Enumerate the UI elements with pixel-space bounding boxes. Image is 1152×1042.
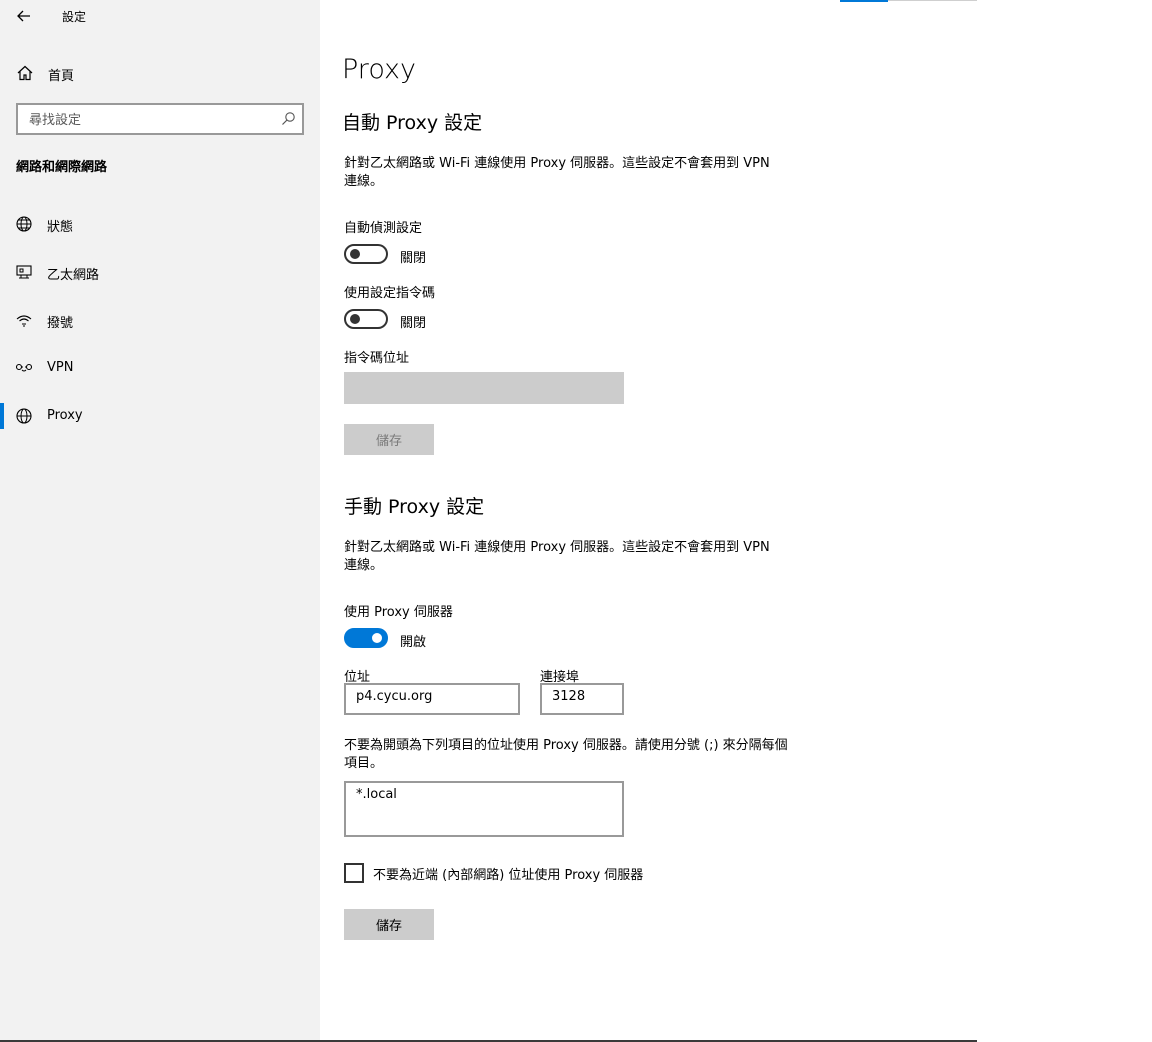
bypass-local-checkbox[interactable] <box>344 863 364 883</box>
sidebar-item-vpn[interactable]: VPN <box>0 348 320 388</box>
toggle-knob <box>350 249 360 259</box>
manual-save-button[interactable]: 儲存 <box>344 909 434 940</box>
app-title: 設定 <box>62 10 87 24</box>
home-icon <box>17 65 33 81</box>
address-input[interactable]: p4.cycu.org <box>344 683 520 715</box>
manual-proxy-heading: 手動 Proxy 設定 <box>344 496 485 518</box>
sidebar-item-dialup[interactable]: 撥號 <box>0 300 320 340</box>
auto-proxy-heading: 自動 Proxy 設定 <box>342 112 483 134</box>
sidebar-section-heading: 網路和網際網路 <box>16 160 108 175</box>
dialup-icon <box>16 315 32 327</box>
toggle-knob <box>350 314 360 324</box>
auto-detect-toggle[interactable] <box>344 244 388 264</box>
use-proxy-label: 使用 Proxy 伺服器 <box>344 605 453 620</box>
title-bar: 設定 <box>0 0 320 34</box>
script-address-input <box>344 372 624 404</box>
search-box[interactable] <box>16 103 304 135</box>
manual-proxy-description: 針對乙太網路或 Wi-Fi 連線使用 Proxy 伺服器。這些設定不會套用到 V… <box>344 540 770 573</box>
home-label: 首頁 <box>48 69 75 84</box>
setup-script-label: 使用設定指令碼 <box>344 286 436 301</box>
toggle-knob <box>372 633 382 643</box>
back-button[interactable] <box>12 4 36 28</box>
exceptions-description: 不要為開頭為下列項目的位址使用 Proxy 伺服器。請使用分號 (;) 來分隔每… <box>344 738 788 771</box>
use-proxy-state: 開啟 <box>400 635 427 650</box>
sidebar-item-label: VPN <box>47 360 74 375</box>
page-title: Proxy <box>342 54 416 85</box>
back-arrow-icon <box>17 10 30 22</box>
port-input[interactable]: 3128 <box>540 683 624 715</box>
sidebar-item-label: 乙太網路 <box>47 268 100 283</box>
sidebar-item-status[interactable]: 狀態 <box>0 204 320 244</box>
top-accent-line <box>840 0 888 2</box>
settings-window: 設定 首頁 網路和網際網路 狀態 <box>0 0 977 1042</box>
selection-indicator <box>0 403 4 429</box>
auto-save-button: 儲存 <box>344 424 434 455</box>
sidebar-item-label: Proxy <box>47 408 83 423</box>
sidebar: 設定 首頁 網路和網際網路 狀態 <box>0 0 320 1042</box>
auto-detect-state: 關閉 <box>400 251 427 266</box>
ethernet-icon <box>16 265 32 279</box>
exceptions-input[interactable]: *.local <box>344 781 624 837</box>
use-proxy-toggle[interactable] <box>344 628 388 648</box>
globe-icon <box>16 408 32 424</box>
auto-proxy-description: 針對乙太網路或 Wi-Fi 連線使用 Proxy 伺服器。這些設定不會套用到 V… <box>344 156 770 189</box>
sidebar-item-label: 狀態 <box>47 220 74 235</box>
sidebar-item-label: 撥號 <box>47 316 74 331</box>
main-content: Proxy 自動 Proxy 設定 針對乙太網路或 Wi-Fi 連線使用 Pro… <box>320 0 977 1042</box>
script-address-label: 指令碼位址 <box>344 351 410 366</box>
bypass-local-label: 不要為近端 (內部網路) 位址使用 Proxy 伺服器 <box>373 868 644 883</box>
setup-script-toggle[interactable] <box>344 309 388 329</box>
sidebar-item-ethernet[interactable]: 乙太網路 <box>0 252 320 292</box>
sidebar-item-home[interactable]: 首頁 <box>0 56 320 90</box>
setup-script-state: 關閉 <box>400 316 427 331</box>
vpn-icon <box>15 363 33 372</box>
auto-detect-label: 自動偵測設定 <box>344 221 423 236</box>
search-icon[interactable] <box>280 111 296 127</box>
sidebar-item-proxy[interactable]: Proxy <box>0 396 320 436</box>
top-divider <box>888 0 977 1</box>
globe-status-icon <box>16 216 32 232</box>
search-input[interactable] <box>27 110 271 130</box>
